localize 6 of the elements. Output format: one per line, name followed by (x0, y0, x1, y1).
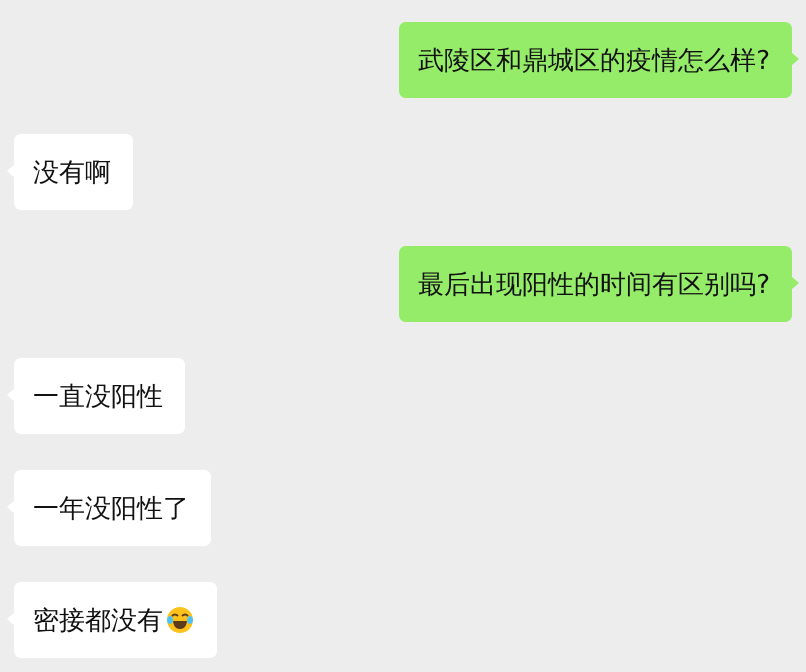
message-text: 密接都没有 (33, 604, 163, 638)
message-text: 没有啊 (33, 156, 111, 190)
message-text: 武陵区和鼎城区的疫情怎么样? (418, 44, 770, 78)
message-text: 一直没阳性 (33, 380, 163, 414)
message-text: 一年没阳性了 (33, 492, 189, 526)
message-text: 最后出现阳性的时间有区别吗? (418, 268, 770, 302)
